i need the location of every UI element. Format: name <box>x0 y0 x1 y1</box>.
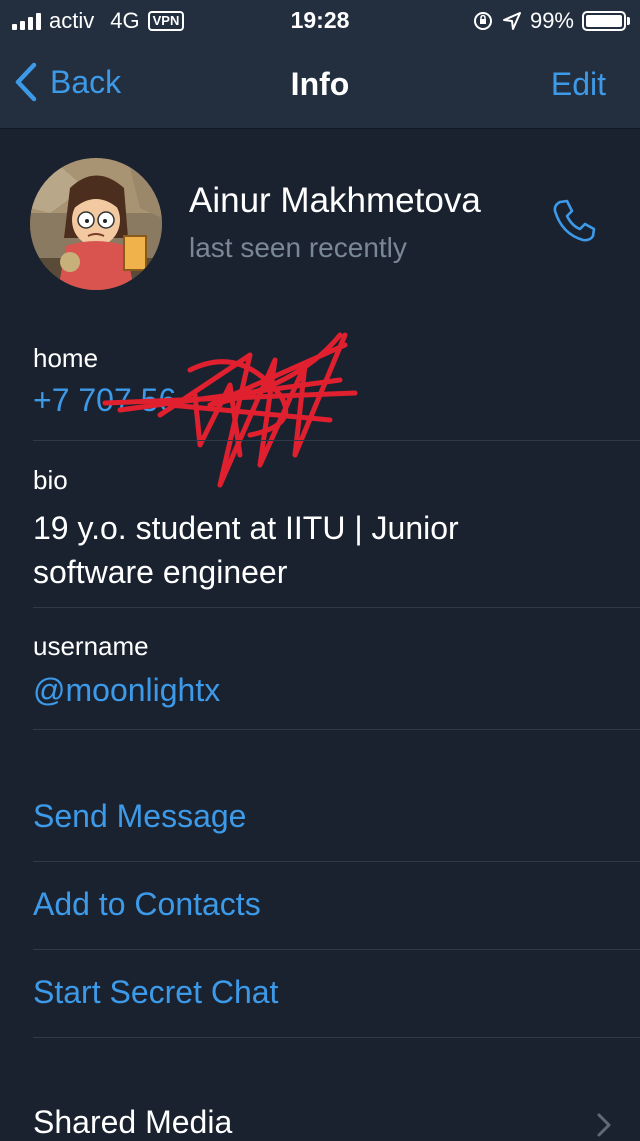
navigation-bar: Back Info Edit <box>0 52 640 116</box>
header: activ 4G VPN 19:28 99% Back Info Edit <box>0 0 640 129</box>
add-to-contacts-button[interactable]: Add to Contacts <box>33 886 261 923</box>
shared-media-item[interactable]: Shared Media <box>33 1104 232 1141</box>
divider <box>33 607 640 608</box>
bio-label: bio <box>33 465 68 495</box>
username-field: username @moonlightx <box>33 631 640 709</box>
username-link[interactable]: @moonlightx <box>33 672 640 709</box>
location-arrow-icon <box>502 12 521 30</box>
bio-line-2: software engineer <box>33 554 288 590</box>
username-label: username <box>33 631 149 661</box>
battery-icon <box>582 11 630 31</box>
call-button[interactable] <box>550 196 598 249</box>
divider <box>33 729 640 730</box>
last-seen-status: last seen recently <box>189 232 407 263</box>
divider <box>33 440 640 441</box>
chevron-right-icon <box>597 1113 611 1137</box>
start-secret-chat-button[interactable]: Start Secret Chat <box>33 974 278 1011</box>
edit-button[interactable]: Edit <box>551 66 606 103</box>
contact-name: Ainur Makhmetova <box>189 181 481 220</box>
divider <box>33 949 640 950</box>
divider <box>33 861 640 862</box>
bio-text: 19 y.o. student at IITU | Junior softwar… <box>33 506 640 594</box>
bio-field: bio 19 y.o. student at IITU | Junior sof… <box>33 465 640 594</box>
battery-percent: 99% <box>529 8 574 33</box>
send-message-button[interactable]: Send Message <box>33 798 246 835</box>
page-title: Info <box>290 66 350 102</box>
status-bar: activ 4G VPN 19:28 99% <box>0 0 640 40</box>
divider <box>33 1037 640 1038</box>
orientation-lock-icon <box>473 12 492 30</box>
avatar[interactable] <box>30 158 162 290</box>
bio-line-1: 19 y.o. student at IITU | Junior <box>33 510 459 546</box>
profile-header: Ainur Makhmetova last seen recently <box>0 156 640 296</box>
phone-icon <box>553 199 596 242</box>
